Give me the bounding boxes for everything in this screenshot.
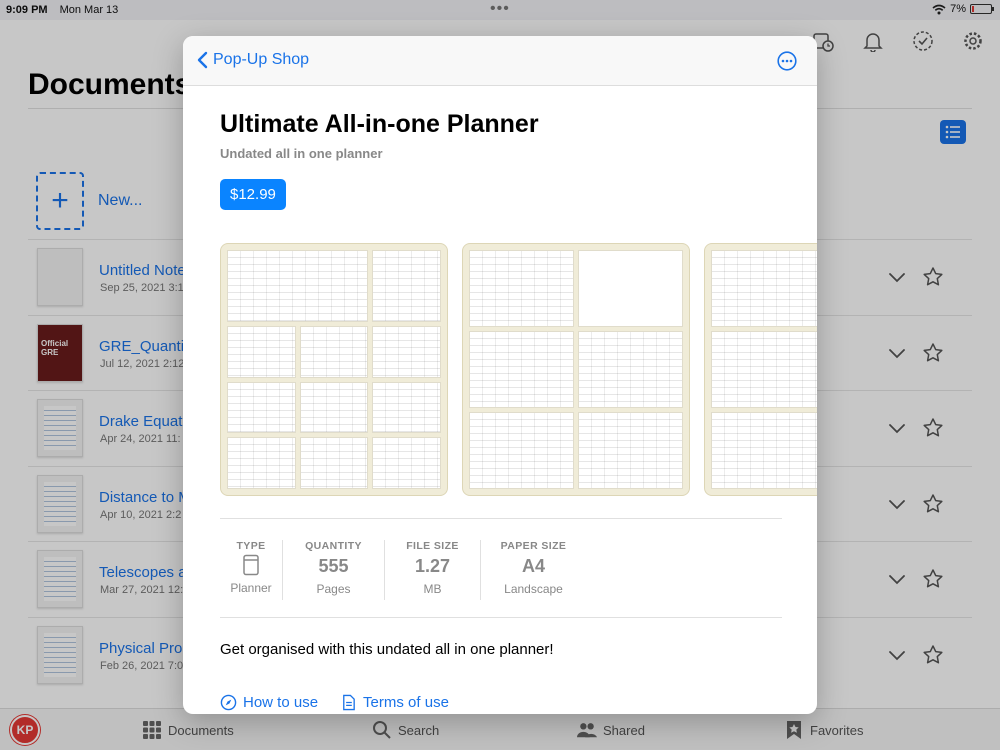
preview-page [711, 331, 817, 408]
preview-carousel[interactable] [220, 243, 817, 496]
preview-image-2[interactable] [462, 243, 690, 496]
preview-page [227, 381, 296, 434]
terms-of-use-label: Terms of use [363, 694, 449, 711]
terms-of-use-link[interactable]: Terms of use [340, 694, 449, 711]
spec-paper-size: PAPER SIZE A4 Landscape [480, 540, 586, 600]
product-description: Get organised with this undated all in o… [220, 641, 554, 658]
spec-label: PAPER SIZE [500, 540, 567, 552]
spec-label: TYPE [236, 540, 266, 552]
spec-unit: MB [423, 582, 442, 596]
spec-unit: Pages [316, 582, 351, 596]
spec-value: A4 [521, 556, 545, 576]
spec-type: TYPE Planner [220, 540, 282, 600]
chevron-left-icon [197, 51, 208, 69]
spec-file-size: FILE SIZE 1.27 MB [384, 540, 480, 600]
preview-page [711, 412, 817, 489]
preview-page [469, 250, 574, 327]
preview-page [372, 326, 441, 378]
preview-page [299, 326, 369, 378]
preview-page [299, 381, 369, 434]
divider [220, 617, 782, 618]
preview-image-1[interactable] [220, 243, 448, 496]
preview-image-3[interactable] [704, 243, 817, 496]
how-to-use-link[interactable]: How to use [220, 694, 318, 711]
preview-page [469, 412, 574, 489]
buy-price-button[interactable]: $12.99 [220, 179, 286, 210]
preview-page [372, 381, 441, 434]
back-button[interactable]: Pop-Up Shop [195, 51, 309, 69]
spec-quantity: QUANTITY 555 Pages [282, 540, 384, 600]
preview-page [578, 331, 683, 408]
divider [220, 518, 782, 519]
preview-page [299, 437, 369, 489]
spec-unit: Planner [230, 581, 272, 595]
spec-label: FILE SIZE [406, 540, 459, 552]
preview-page [227, 437, 296, 489]
more-options-icon[interactable] [777, 51, 797, 71]
back-button-label: Pop-Up Shop [213, 51, 310, 68]
product-links: How to use Terms of use [220, 694, 449, 711]
planner-icon [243, 554, 259, 576]
preview-page [469, 331, 574, 408]
spec-unit: Landscape [504, 582, 563, 596]
preview-page [372, 250, 441, 323]
compass-icon [220, 694, 237, 711]
preview-page [578, 412, 683, 489]
preview-page [578, 250, 683, 327]
product-specs: TYPE Planner QUANTITY 555 Pages FILE SIZ… [220, 540, 780, 600]
document-icon [343, 694, 355, 711]
spec-value: 555 [318, 556, 349, 576]
product-subtitle: Undated all in one planner [220, 146, 383, 161]
how-to-use-label: How to use [243, 694, 319, 711]
preview-page [372, 437, 441, 489]
product-title: Ultimate All-in-one Planner [220, 110, 539, 138]
preview-page [227, 250, 369, 323]
spec-label: QUANTITY [305, 540, 362, 552]
preview-page [711, 250, 817, 327]
modal-header: Pop-Up Shop [183, 36, 817, 86]
product-detail-modal: Pop-Up Shop Ultimate All-in-one Planner … [183, 36, 817, 714]
spec-value: 1.27 [414, 556, 451, 576]
preview-page [227, 326, 296, 378]
